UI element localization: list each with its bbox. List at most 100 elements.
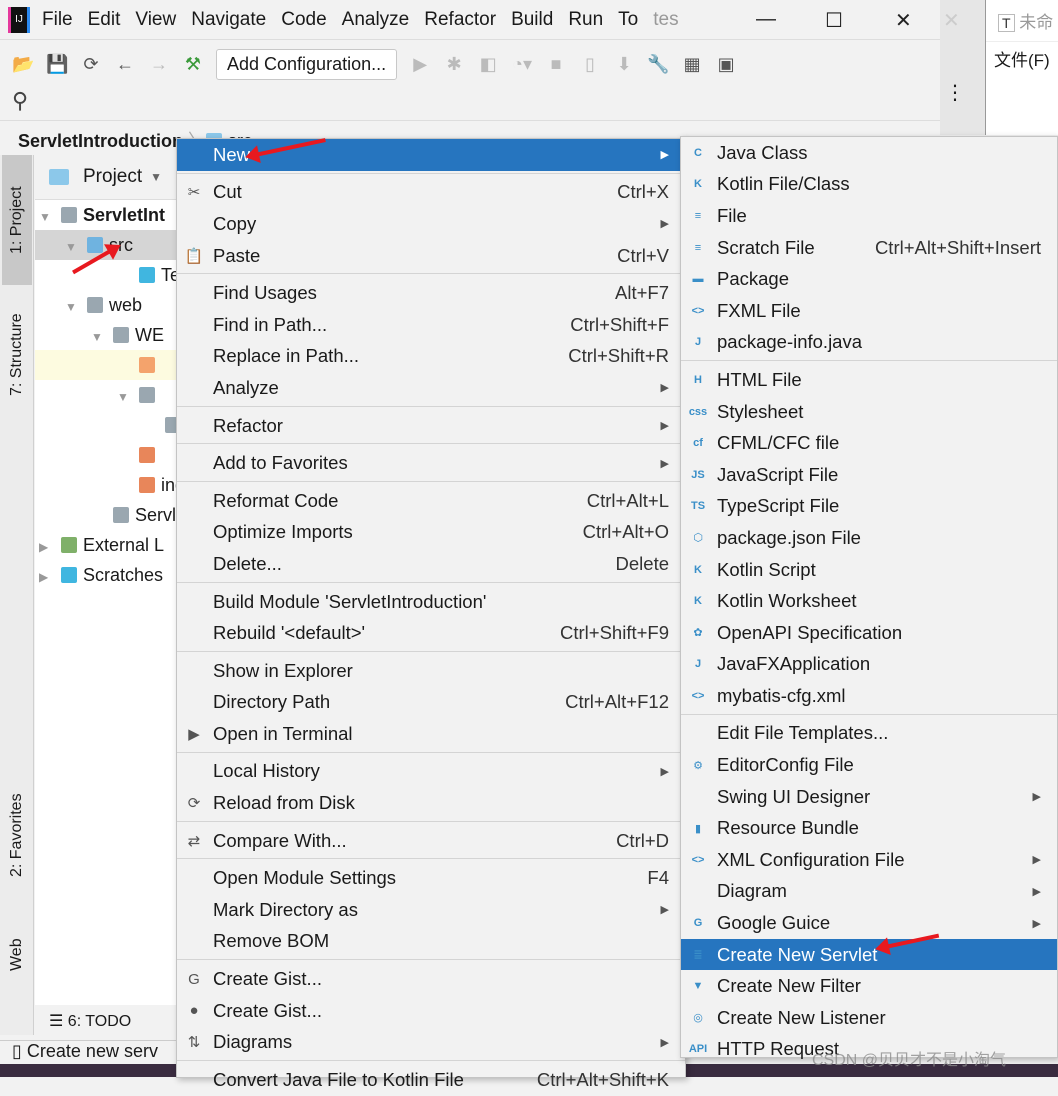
menu-item-diagram[interactable]: Diagram ▶ bbox=[681, 876, 1057, 908]
menu-item-convert-java-file-to-kotlin-file[interactable]: Convert Java File to Kotlin File Ctrl+Alt… bbox=[177, 1064, 685, 1096]
stop-icon[interactable]: ■ bbox=[545, 53, 567, 75]
menu-item-cut[interactable]: ✂ Cut Ctrl+X bbox=[177, 177, 685, 209]
menu-item-xml-configuration-file[interactable]: <> XML Configuration File ▶ bbox=[681, 844, 1057, 876]
tree-item[interactable]: ▼ web bbox=[35, 290, 180, 320]
menu-item-copy[interactable]: Copy ▶ bbox=[177, 208, 685, 240]
expand-toggle-icon[interactable]: ▶ bbox=[39, 532, 61, 560]
build-hammer-icon[interactable]: ⚒ bbox=[182, 53, 204, 75]
tab-structure[interactable]: 7: Structure bbox=[2, 295, 32, 415]
menu-item-add-to-favorites[interactable]: Add to Favorites ▶ bbox=[177, 447, 685, 479]
menu-file[interactable]: File bbox=[42, 9, 73, 31]
menu-item-javascript-file[interactable]: JS JavaScript File bbox=[681, 459, 1057, 491]
menu-item-package[interactable]: ▬ Package bbox=[681, 263, 1057, 295]
menu-item-show-in-explorer[interactable]: Show in Explorer bbox=[177, 655, 685, 687]
tab-web[interactable]: Web bbox=[2, 920, 32, 990]
tree-item[interactable]: ▼ WE bbox=[35, 320, 180, 350]
menu-item-stylesheet[interactable]: css Stylesheet bbox=[681, 396, 1057, 428]
menu-item-javafxapplication[interactable]: J JavaFXApplication bbox=[681, 649, 1057, 681]
menu-item-create-new-filter[interactable]: ▼ Create New Filter bbox=[681, 970, 1057, 1002]
menu-item-mark-directory-as[interactable]: Mark Directory as ▶ bbox=[177, 894, 685, 926]
menu-item-create-new-servlet[interactable]: ≣ Create New Servlet bbox=[681, 938, 1057, 971]
menu-view[interactable]: View bbox=[135, 9, 176, 31]
menu-run[interactable]: Run bbox=[568, 9, 603, 31]
menu-item-resource-bundle[interactable]: ▮ Resource Bundle bbox=[681, 812, 1057, 844]
tree-item[interactable]: ▼ ServletInt bbox=[35, 200, 180, 230]
close-button[interactable]: ✕ bbox=[895, 8, 912, 33]
menu-analyze[interactable]: Analyze bbox=[342, 9, 410, 31]
expand-toggle-icon[interactable]: ▼ bbox=[65, 232, 87, 260]
right-window-tab[interactable]: 未命 bbox=[1019, 13, 1053, 32]
search-icon[interactable]: ⚲ bbox=[12, 88, 28, 114]
menu-item-fxml-file[interactable]: <> FXML File bbox=[681, 295, 1057, 327]
menu-item-directory-path[interactable]: Directory Path Ctrl+Alt+F12 bbox=[177, 687, 685, 719]
expand-toggle-icon[interactable]: ▼ bbox=[39, 202, 61, 230]
menu-item-swing-ui-designer[interactable]: Swing UI Designer ▶ bbox=[681, 781, 1057, 813]
project-structure-icon[interactable]: ▦ bbox=[681, 53, 703, 75]
more-options-icon[interactable]: ⋮ bbox=[945, 80, 965, 105]
menu-item-rebuild-default[interactable]: Rebuild '<default>' Ctrl+Shift+F9 bbox=[177, 617, 685, 649]
tree-item[interactable]: Tes bbox=[35, 260, 180, 290]
menu-item-create-gist[interactable]: ● Create Gist... bbox=[177, 995, 685, 1027]
menu-item-cfml-cfc-file[interactable]: cf CFML/CFC file bbox=[681, 427, 1057, 459]
menu-item-kotlin-worksheet[interactable]: K Kotlin Worksheet bbox=[681, 585, 1057, 617]
add-configuration-button[interactable]: Add Configuration... bbox=[216, 48, 398, 80]
menu-item-openapi-specification[interactable]: ✿ OpenAPI Specification bbox=[681, 617, 1057, 649]
menu-item-editorconfig-file[interactable]: ⚙ EditorConfig File bbox=[681, 749, 1057, 781]
tree-item[interactable]: ▶ Scratches bbox=[35, 560, 180, 590]
menu-item-open-module-settings[interactable]: Open Module Settings F4 bbox=[177, 862, 685, 894]
menu-item-local-history[interactable]: Local History ▶ bbox=[177, 756, 685, 788]
menu-item-analyze[interactable]: Analyze ▶ bbox=[177, 372, 685, 404]
menu-item-reload-from-disk[interactable]: ⟳ Reload from Disk bbox=[177, 787, 685, 819]
menu-item-open-in-terminal[interactable]: ▶ Open in Terminal bbox=[177, 718, 685, 750]
menu-refactor[interactable]: Refactor bbox=[424, 9, 496, 31]
settings-wrench-icon[interactable]: 🔧 bbox=[647, 53, 669, 75]
menu-edit[interactable]: Edit bbox=[88, 9, 121, 31]
menu-item-delete[interactable]: Delete... Delete bbox=[177, 548, 685, 580]
debug-icon[interactable]: ✱ bbox=[443, 53, 465, 75]
save-icon[interactable]: 💾 bbox=[46, 53, 68, 75]
minimize-button[interactable]: — bbox=[756, 8, 776, 31]
menu-item-kotlin-script[interactable]: K Kotlin Script bbox=[681, 554, 1057, 586]
menu-item-mybatis-cfg-xml[interactable]: <> mybatis-cfg.xml bbox=[681, 680, 1057, 712]
menu-code[interactable]: Code bbox=[281, 9, 326, 31]
menu-item-html-file[interactable]: H HTML File bbox=[681, 364, 1057, 396]
expand-toggle-icon[interactable]: ▼ bbox=[91, 322, 113, 350]
run-icon[interactable]: ▶ bbox=[409, 53, 431, 75]
menu-item-java-class[interactable]: C Java Class bbox=[681, 137, 1057, 169]
menu-item-create-new-listener[interactable]: ◎ Create New Listener bbox=[681, 1002, 1057, 1034]
expand-toggle-icon[interactable]: ▼ bbox=[65, 292, 87, 320]
menu-to[interactable]: To bbox=[618, 9, 638, 31]
menu-item-reformat-code[interactable]: Reformat Code Ctrl+Alt+L bbox=[177, 485, 685, 517]
expand-toggle-icon[interactable]: ▼ bbox=[117, 382, 139, 410]
menu-item-file[interactable]: ≡ File bbox=[681, 200, 1057, 232]
menu-item-build-module-servletintroduction[interactable]: Build Module 'ServletIntroduction' bbox=[177, 586, 685, 618]
menu-navigate[interactable]: Navigate bbox=[191, 9, 266, 31]
menu-item-remove-bom[interactable]: Remove BOM bbox=[177, 926, 685, 958]
tree-item[interactable]: ind bbox=[35, 470, 180, 500]
tab-favorites[interactable]: 2: Favorites bbox=[2, 780, 32, 890]
menu-item-find-usages[interactable]: Find Usages Alt+F7 bbox=[177, 277, 685, 309]
tree-item[interactable] bbox=[35, 350, 180, 380]
menu-item-refactor[interactable]: Refactor ▶ bbox=[177, 410, 685, 442]
menu-item-create-gist[interactable]: G Create Gist... bbox=[177, 963, 685, 995]
menu-item-kotlin-file-class[interactable]: K Kotlin File/Class bbox=[681, 169, 1057, 201]
menu-build[interactable]: Build bbox=[511, 9, 553, 31]
profile-icon[interactable]: ◔▾ bbox=[511, 53, 533, 75]
coverage-icon[interactable]: ◧ bbox=[477, 53, 499, 75]
menu-item-diagrams[interactable]: ⇅ Diagrams ▶ bbox=[177, 1026, 685, 1058]
menu-item-google-guice[interactable]: G Google Guice ▶ bbox=[681, 907, 1057, 939]
project-view-selector[interactable]: Project bbox=[83, 166, 142, 188]
device-icon[interactable]: ▯ bbox=[579, 53, 601, 75]
menu-item-package-json-file[interactable]: ⬡ package.json File bbox=[681, 522, 1057, 554]
back-icon[interactable]: ← bbox=[114, 53, 136, 75]
menu-item-scratch-file[interactable]: ≡ Scratch File Ctrl+Alt+Shift+Insert bbox=[681, 232, 1057, 264]
terminal-window-icon[interactable]: ▣ bbox=[715, 53, 737, 75]
close-tab-icon[interactable]: ✕ bbox=[943, 8, 960, 33]
menu-item-optimize-imports[interactable]: Optimize Imports Ctrl+Alt+O bbox=[177, 517, 685, 549]
todo-tab[interactable]: ☰ 6: TODO bbox=[35, 1008, 176, 1036]
tree-item[interactable] bbox=[35, 440, 180, 470]
tree-item[interactable]: Servlet bbox=[35, 500, 180, 530]
expand-toggle-icon[interactable]: ▶ bbox=[39, 562, 61, 590]
menu-item-find-in-path[interactable]: Find in Path... Ctrl+Shift+F bbox=[177, 309, 685, 341]
tree-item[interactable] bbox=[35, 410, 180, 440]
